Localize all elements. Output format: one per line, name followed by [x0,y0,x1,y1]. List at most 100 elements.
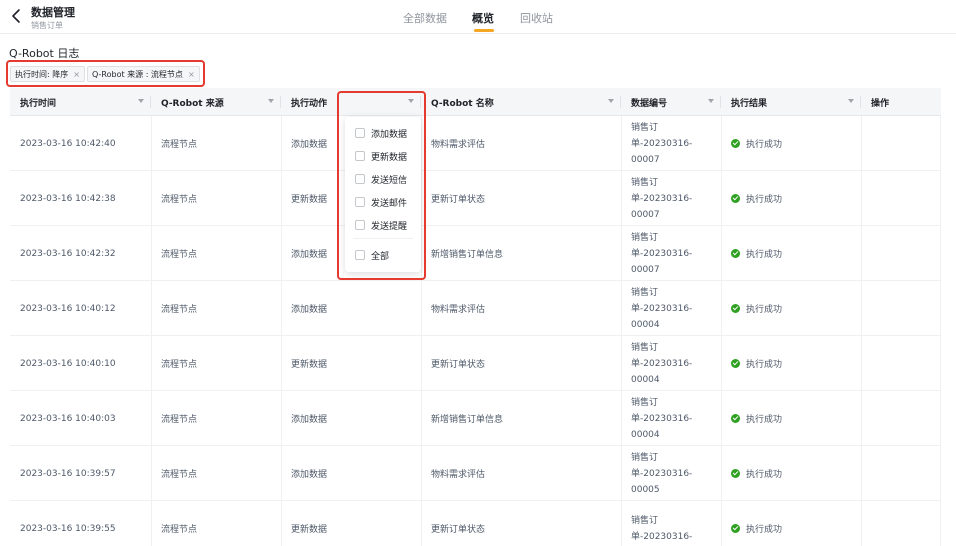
table-row[interactable]: 2023-03-16 10:40:10 流程节点 更新数据 更新订单状态 销售订… [10,336,941,391]
caret-down-icon [708,99,714,103]
success-check-icon [731,139,740,148]
log-section-title: Q-Robot 日志 [9,47,80,60]
cell-action: 添加数据 [291,305,328,315]
cell-data-number[interactable]: 销售订单-20230316-00005 [621,446,711,501]
cell-robot-name: 新增销售订单信息 [431,250,504,260]
column-header-label: 数据编号 [631,98,668,109]
success-check-icon [731,249,740,258]
cell-data-number[interactable]: 销售订单-20230316-00007 [621,171,711,226]
status-text: 执行成功 [746,525,783,535]
table-row[interactable]: 2023-03-16 10:40:12 流程节点 添加数据 物料需求评估 销售订… [10,281,941,336]
cell-time: 2023-03-16 10:40:03 [20,413,116,424]
cell-data-number[interactable]: 销售订单-20230316-00004 [621,336,711,391]
cell-robot-name: 物料需求评估 [431,470,486,480]
column-header-data-number[interactable]: 数据编号 [621,88,721,116]
tab-recycle-bin[interactable]: 回收站 [520,10,553,26]
status-text: 执行成功 [746,250,783,260]
status-text: 执行成功 [746,195,783,205]
cell-time: 2023-03-16 10:42:38 [20,193,116,204]
top-bar: 数据管理 销售订单 全部数据 概览 回收站 [0,0,956,34]
column-header-source[interactable]: Q-Robot 来源 [151,88,281,116]
cell-result: 执行成功 [721,116,861,171]
cell-data-number[interactable]: 销售订单-20230316-00004 [621,391,711,446]
column-header-operations: 操作 [861,88,941,116]
column-header-label: Q-Robot 名称 [431,98,494,109]
table-header: 执行时间 Q-Robot 来源 执行动作 Q-Robot 名称 数据编号 执行结… [10,88,941,116]
table-row[interactable]: 2023-03-16 10:40:03 流程节点 添加数据 新增销售订单信息 销… [10,391,941,446]
caret-down-icon [608,99,614,103]
cell-robot-name: 更新订单状态 [431,195,486,205]
caret-down-icon [138,99,144,103]
cell-result: 执行成功 [721,281,861,336]
cell-robot-name: 更新订单状态 [431,360,486,370]
success-check-icon [731,469,740,478]
success-check-icon [731,524,740,533]
status-text: 执行成功 [746,360,783,370]
cell-robot-name: 物料需求评估 [431,140,486,150]
cell-robot-name: 物料需求评估 [431,305,486,315]
cell-source: 流程节点 [161,140,198,150]
cell-result: 执行成功 [721,391,861,446]
success-check-icon [731,359,740,368]
cell-result: 执行成功 [721,226,861,281]
cell-action: 更新数据 [291,360,328,370]
status-text: 执行成功 [746,415,783,425]
column-header-label: 操作 [871,98,890,109]
cell-action: 更新数据 [291,525,328,535]
column-header-result[interactable]: 执行结果 [721,88,861,116]
caret-down-icon [268,99,274,103]
tab-bar: 全部数据 概览 回收站 [0,10,956,34]
close-icon[interactable]: × [188,70,195,79]
table-row[interactable]: 2023-03-16 10:39:55 流程节点 更新数据 更新订单状态 销售订… [10,501,941,546]
cell-time: 2023-03-16 10:40:10 [20,358,116,369]
cell-source: 流程节点 [161,250,198,260]
table-row[interactable]: 2023-03-16 10:42:38 流程节点 更新数据 更新订单状态 销售订… [10,171,941,226]
cell-robot-name: 更新订单状态 [431,525,486,535]
cell-result: 执行成功 [721,446,861,501]
success-check-icon [731,194,740,203]
cell-result: 执行成功 [721,336,861,391]
status-text: 执行成功 [746,470,783,480]
cell-data-number[interactable]: 销售订单-20230316-00007 [621,116,711,171]
cell-source: 流程节点 [161,470,198,480]
filter-chip-label: 执行时间: 降序 [15,69,69,79]
tab-overview[interactable]: 概览 [472,10,494,26]
cell-time: 2023-03-16 10:39:57 [20,468,116,479]
column-header-robot-name[interactable]: Q-Robot 名称 [421,88,621,116]
table-row[interactable]: 2023-03-16 10:39:57 流程节点 添加数据 物料需求评估 销售订… [10,446,941,501]
column-header-action[interactable]: 执行动作 [281,88,339,116]
column-header-label: 执行动作 [291,98,328,109]
cell-data-number[interactable]: 销售订单-20230316- [621,501,711,546]
cell-time: 2023-03-16 10:42:32 [20,248,116,259]
cell-time: 2023-03-16 10:42:40 [20,138,116,149]
cell-source: 流程节点 [161,195,198,205]
cell-source: 流程节点 [161,360,198,370]
filter-chip-sort[interactable]: 执行时间: 降序 × [10,66,85,82]
cell-source: 流程节点 [161,305,198,315]
status-text: 执行成功 [746,140,783,150]
cell-source: 流程节点 [161,415,198,425]
status-text: 执行成功 [746,305,783,315]
filter-chip-source[interactable]: Q-Robot 来源 : 流程节点 × [87,66,200,82]
table-row[interactable]: 2023-03-16 10:42:32 流程节点 添加数据 新增销售订单信息 销… [10,226,941,281]
column-header-time[interactable]: 执行时间 [10,88,151,116]
cell-action: 添加数据 [291,470,328,480]
dropdown-highlight-box [337,91,426,280]
cell-data-number[interactable]: 销售订单-20230316-00004 [621,281,711,336]
cell-source: 流程节点 [161,525,198,535]
tab-all-data[interactable]: 全部数据 [403,10,447,26]
cell-result: 执行成功 [721,171,861,226]
column-header-label: 执行时间 [20,98,57,109]
active-tab-indicator [474,29,494,32]
table-row[interactable]: 2023-03-16 10:42:40 流程节点 添加数据 物料需求评估 销售订… [10,116,941,171]
cell-action: 添加数据 [291,415,328,425]
cell-time: 2023-03-16 10:40:12 [20,303,116,314]
column-header-label: 执行结果 [731,98,768,109]
caret-down-icon [848,99,854,103]
cell-robot-name: 新增销售订单信息 [431,415,504,425]
cell-data-number[interactable]: 销售订单-20230316-00007 [621,226,711,281]
success-check-icon [731,304,740,313]
close-icon[interactable]: × [73,70,80,79]
cell-result: 执行成功 [721,501,861,546]
column-header-label: Q-Robot 来源 [161,98,224,109]
